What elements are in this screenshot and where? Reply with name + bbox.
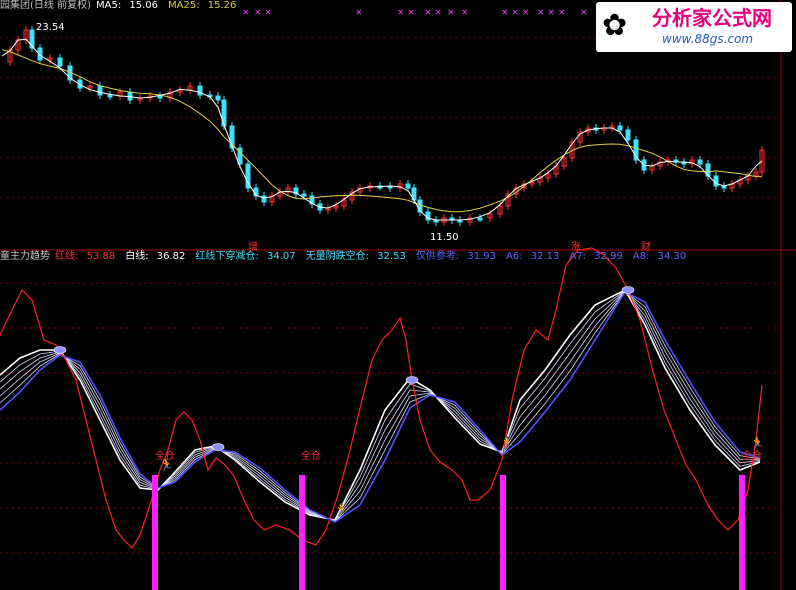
candle-body xyxy=(197,85,203,96)
candle-body xyxy=(617,125,623,131)
site-logo: ✿ 分析家公式网 www.88gs.com xyxy=(596,2,792,52)
candle-body xyxy=(107,94,113,98)
candle-body xyxy=(97,85,103,96)
peak-marker xyxy=(53,346,67,354)
candlesticks xyxy=(7,26,765,226)
candle-body xyxy=(301,193,307,197)
band-line xyxy=(0,288,761,521)
logo-title: 分析家公式网 xyxy=(652,6,772,30)
peak-marker xyxy=(405,376,419,384)
runner-icon: 🏃 xyxy=(159,458,174,472)
candle-body xyxy=(215,95,221,101)
price-high-label: 23.54 xyxy=(36,22,65,33)
signal-bar xyxy=(500,475,506,590)
candle-body xyxy=(157,95,163,99)
stock-chart[interactable] xyxy=(0,0,796,590)
flower-icon: ✿ xyxy=(602,8,628,43)
ref-value: 仅供参考: 31.93 xyxy=(415,251,497,262)
logo-url: www.88gs.com xyxy=(662,32,754,46)
signal-bar xyxy=(152,475,158,590)
ma5-line xyxy=(1,38,763,221)
signal-bar xyxy=(299,475,305,590)
marker: × xyxy=(447,8,455,18)
candle-body xyxy=(625,129,631,141)
signal-bar xyxy=(739,475,745,590)
ma5-label: MA5: 15.06 xyxy=(95,0,159,11)
a6-value: A6: 32.13 xyxy=(506,251,560,262)
grid-lines xyxy=(0,0,796,590)
price-low-label: 11.50 xyxy=(430,232,459,243)
candle-body xyxy=(57,57,63,67)
marker: × × xyxy=(537,8,555,18)
marker: × xyxy=(461,8,469,18)
candle-body xyxy=(713,175,719,187)
full-position-signal-2: 全仓 xyxy=(301,451,321,462)
a8-value: A8: 34.30 xyxy=(632,251,687,262)
candle-body xyxy=(477,217,483,221)
a7-value: A7: 32.99 xyxy=(569,251,623,262)
peak-marker xyxy=(621,286,635,294)
runner-icon: 🏃 xyxy=(500,436,515,450)
red-trend-line xyxy=(0,247,763,549)
candle-body xyxy=(697,159,703,165)
runner-icon: 🏃 xyxy=(334,503,349,517)
top-header: 园集团(日线 前复权) MA5: 15.06 MA25: 15.26 xyxy=(0,0,246,12)
marker: × xyxy=(558,8,566,18)
runner-icon: 🏃 xyxy=(750,436,765,450)
peak-marker xyxy=(211,443,225,451)
stock-title: 园集团(日线 前复权) xyxy=(0,0,91,11)
empty-value: 无量阴跌空仓: 32.53 xyxy=(305,251,406,262)
band-line xyxy=(0,289,761,521)
marker: × xyxy=(242,8,250,18)
red-line-value: 红线: 53.88 xyxy=(55,251,116,262)
marker: × × × xyxy=(501,8,530,18)
ma25-label: MA25: 15.26 xyxy=(168,0,237,11)
cross-value: 红线下穿减仓: 34.07 xyxy=(195,251,296,262)
marker: × × xyxy=(424,8,442,18)
marker: × xyxy=(355,8,363,18)
marker: × xyxy=(580,8,588,18)
white-line-value: 白线: 36.82 xyxy=(125,251,186,262)
indicator-name: 童主力趋势 xyxy=(0,251,50,262)
ma5-value: 15.06 xyxy=(129,0,159,11)
ma25-value: 15.26 xyxy=(207,0,237,11)
candle-body xyxy=(261,195,267,203)
candle-body xyxy=(405,183,411,189)
trend-band-lines xyxy=(0,288,761,523)
candle-body xyxy=(127,91,133,101)
marker: × × xyxy=(254,8,272,18)
marker: × × xyxy=(397,8,415,18)
indicator-header: 童主力趋势 红线: 53.88 白线: 36.82 红线下穿减仓: 34.07 无量阴跌… xyxy=(0,251,696,263)
